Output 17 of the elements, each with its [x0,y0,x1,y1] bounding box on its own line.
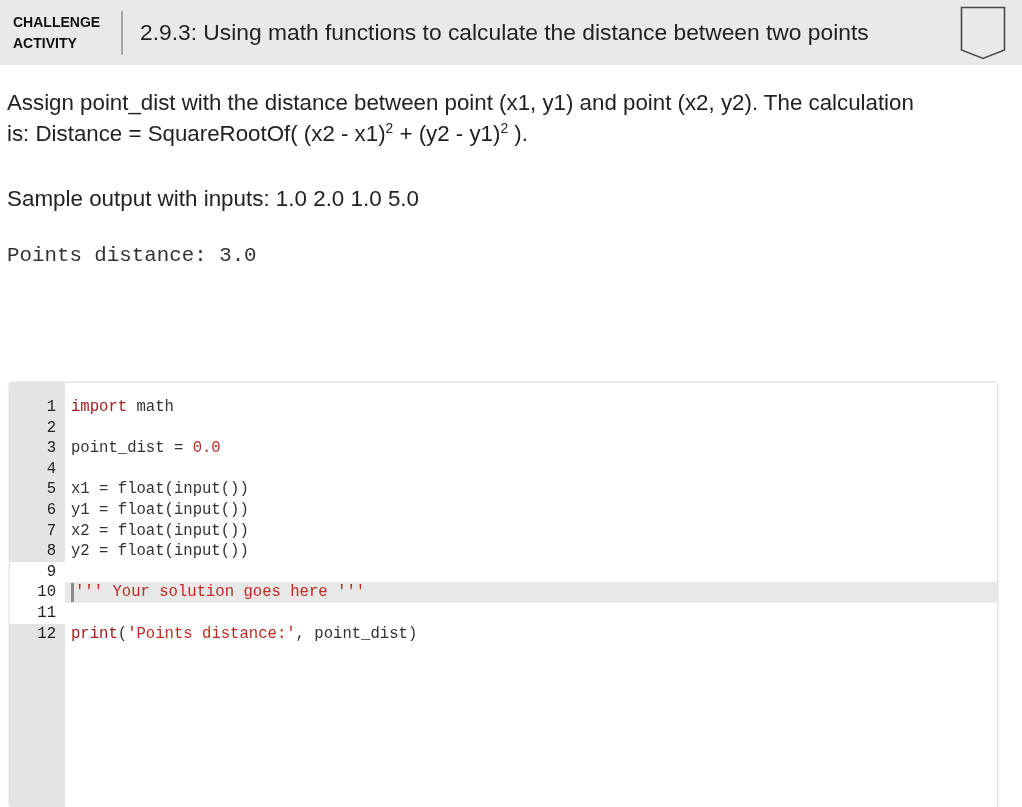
code-line[interactable]: import math [65,397,997,418]
text-cursor [71,583,74,603]
activity-title: 2.9.3: Using math functions to calculate the distance between two points [140,19,870,46]
code-line[interactable]: x1 = float(input()) [65,479,997,500]
line-number: 11 [10,602,65,624]
code-editor[interactable] [10,383,997,807]
code-line[interactable]: y1 = float(input()) [65,499,997,521]
activity-type-label: CHALLENGE ACTIVITY [13,12,102,53]
code-line[interactable]: point_dist = 0.0 [65,438,997,459]
sample-output-label: Sample output with inputs: 1.0 2.0 1.0 5.0 [7,185,419,213]
code-line[interactable]: y2 = float(input()) [65,541,997,562]
instructions-text: Assign point_dist with the distance between point (x1, y1) and point (x2, y2). The calculation is: Distance = SquareRootOf( (x2 - x1)$^{2}$ + (y2 - y1)$^{2}$ ). [7,89,915,148]
code-line[interactable]: x2 = float(input()) [65,520,997,542]
line-number: 9 [10,561,65,583]
sample-output-text: Points distance: 3.0 [7,243,257,269]
line-number: 10 [10,582,65,603]
code-line[interactable]: print('Points distance:', point_dist) [65,623,997,645]
